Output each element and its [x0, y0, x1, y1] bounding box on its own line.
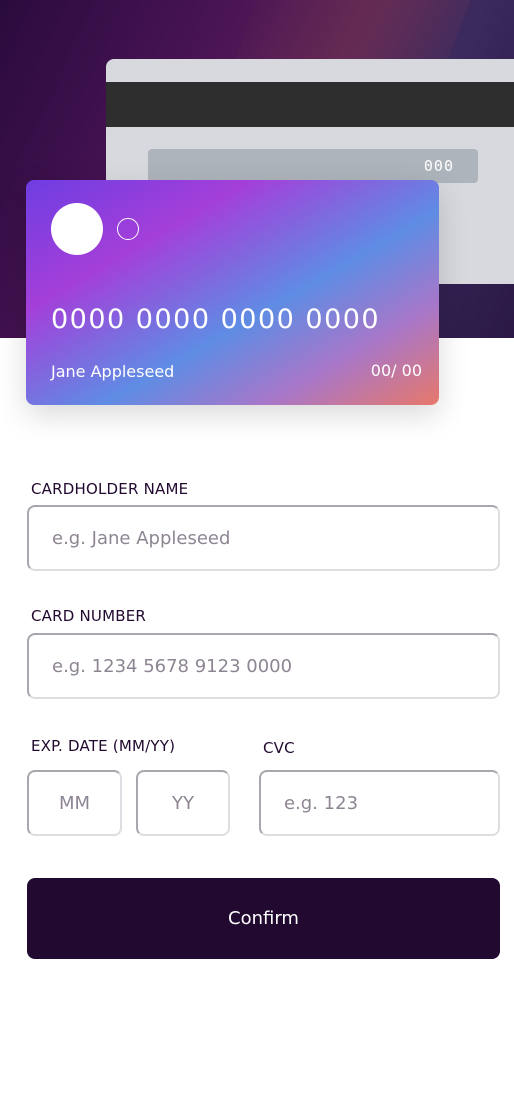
- card-front-expiry: 00/ 00: [370, 361, 422, 380]
- cvc-input[interactable]: [259, 770, 500, 836]
- card-logo-outline-circle-icon: [117, 218, 139, 240]
- card-front-holder-name: Jane Appleseed: [51, 362, 175, 381]
- cardholder-name-input[interactable]: [27, 505, 500, 571]
- cvc-label: CVC: [263, 739, 295, 757]
- card-number-input[interactable]: [27, 633, 500, 699]
- card-number-label: CARD NUMBER: [31, 607, 147, 625]
- card-front: 0000 0000 0000 0000 Jane Appleseed 00/ 0…: [26, 180, 439, 405]
- confirm-button[interactable]: Confirm: [27, 878, 500, 959]
- card-logo-filled-circle-icon: [51, 203, 103, 255]
- expiry-month-input[interactable]: [27, 770, 122, 836]
- expiry-date-label: EXP. DATE (MM/YY): [31, 737, 176, 755]
- expiry-year-input[interactable]: [136, 770, 230, 836]
- signature-strip: 000: [148, 149, 478, 183]
- card-back-cvc: 000: [423, 157, 454, 175]
- card-front-number: 0000 0000 0000 0000: [51, 304, 381, 335]
- magnetic-stripe: [106, 82, 514, 127]
- cardholder-name-label: CARDHOLDER NAME: [31, 480, 189, 498]
